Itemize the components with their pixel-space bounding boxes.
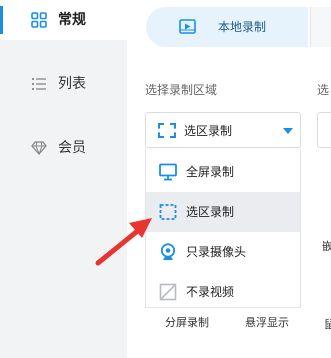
sidebar-item-list[interactable]: 列表 (0, 64, 127, 104)
option-fullscreen[interactable]: 全屏录制 (146, 152, 300, 192)
list-icon (31, 77, 46, 91)
sidebar-item-label: 列表 (58, 76, 86, 92)
webcam-icon (160, 243, 176, 260)
tab-bar: 本地录制 (127, 0, 331, 58)
option-label: 不录视频 (186, 285, 235, 299)
dashed-region-icon (159, 204, 177, 220)
right-select[interactable] (317, 112, 331, 148)
option-label: 选区录制 (186, 205, 235, 219)
sidebar-item-label: 会员 (58, 140, 86, 156)
option-webcam[interactable]: 只录摄像头 (146, 232, 300, 272)
sidebar-item-general[interactable]: 常规 (0, 0, 127, 40)
sidebar-item-member[interactable]: 会员 (0, 128, 127, 168)
main-panel: 本地录制 选择录制区域 选 选区录制 全屏录制 选区录制 只录摄像头 不录视频 … (127, 0, 331, 358)
active-indicator (0, 6, 3, 34)
no-video-icon (159, 283, 177, 301)
region-select[interactable]: 选区录制 (145, 112, 301, 148)
region-section-label: 选择录制区域 (145, 83, 218, 97)
region-dropdown: 全屏录制 选区录制 只录摄像头 不录视频 (145, 148, 301, 308)
tab-label: 本地录制 (218, 20, 267, 34)
grid-icon (31, 12, 47, 28)
right-section-label: 选 (317, 83, 330, 97)
option-label: 全屏录制 (186, 165, 235, 179)
dashed-region-icon (158, 123, 176, 138)
monitor-icon (159, 163, 177, 181)
split-screen-label: 分屏录制 (165, 316, 209, 329)
video-icon (179, 19, 196, 34)
truncated-label: 嵌 (322, 240, 331, 253)
sidebar: 常规 列表 会员 (0, 0, 127, 358)
sidebar-item-label: 常规 (58, 12, 86, 28)
option-region[interactable]: 选区录制 (146, 192, 300, 232)
region-select-value: 选区录制 (184, 124, 233, 138)
diamond-icon (31, 141, 47, 156)
option-label: 只录摄像头 (186, 245, 247, 259)
float-display-label: 悬浮显示 (245, 316, 289, 329)
tab-local-recording[interactable]: 本地录制 (146, 7, 308, 47)
tab-next[interactable] (310, 7, 331, 47)
chevron-down-icon[interactable] (283, 128, 293, 134)
option-no-video[interactable]: 不录视频 (146, 272, 300, 312)
truncated-label: 鼠 (324, 318, 331, 331)
